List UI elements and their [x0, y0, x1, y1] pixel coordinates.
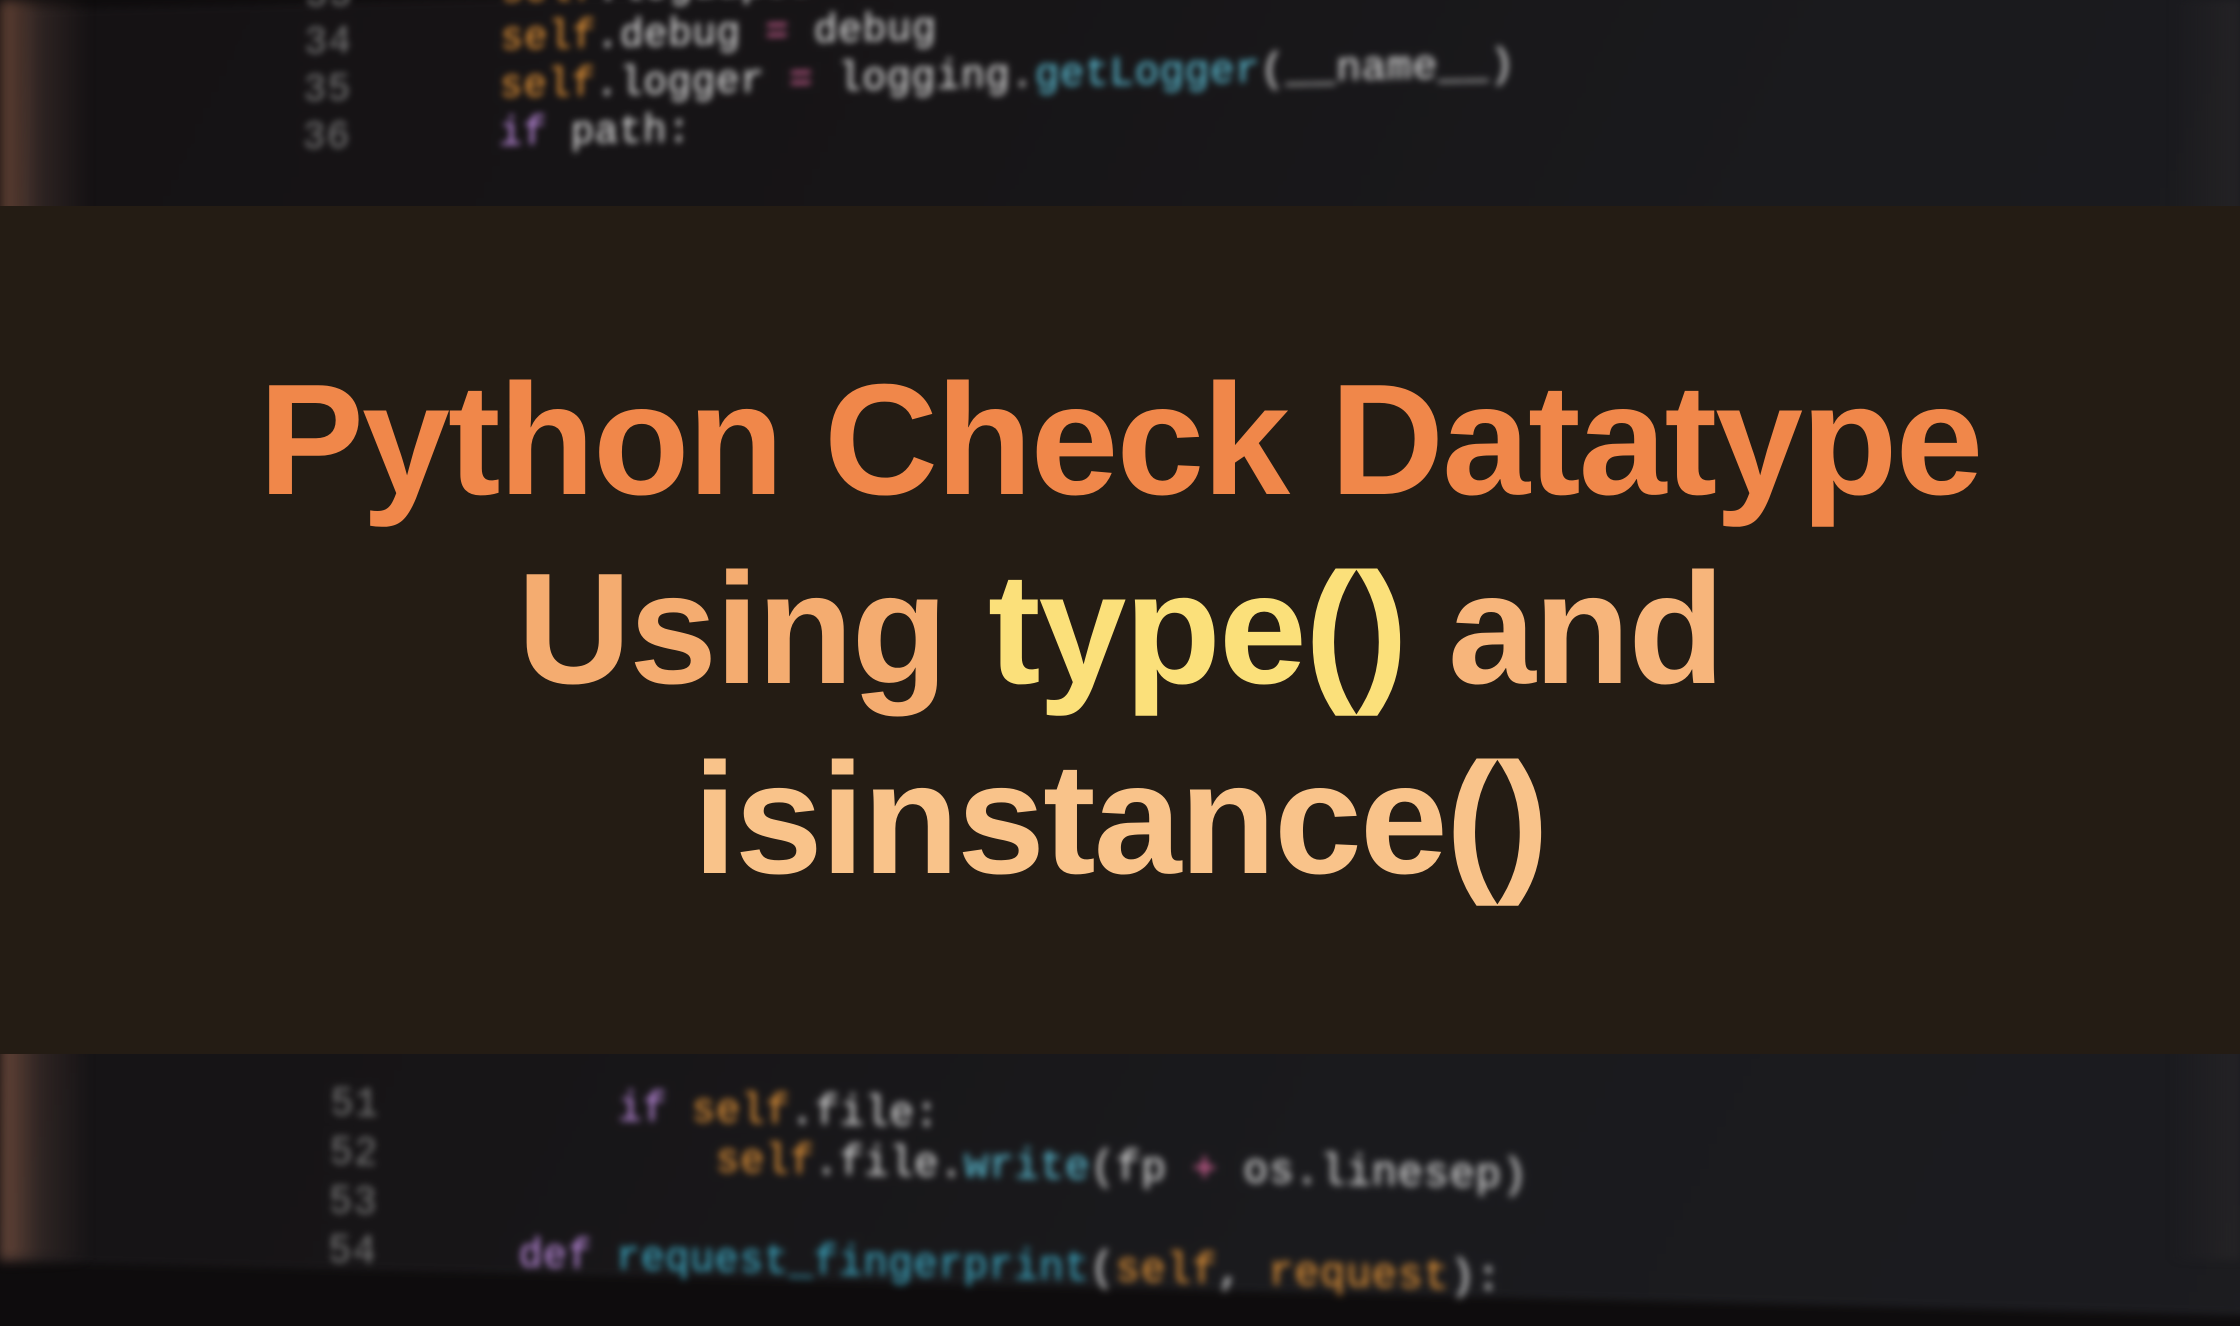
- line-number-gutter-bottom: 51525354: [328, 1081, 380, 1278]
- headline-card: Python Check Datatype Using type() and i…: [0, 206, 2240, 1054]
- line-number-gutter-top: 33343536: [302, 0, 353, 163]
- code-lines-top: self.logdupes = True self.debug = debug …: [403, 0, 1515, 162]
- code-lines-bottom: if self.file: self.file.write(fp + os.li…: [446, 1083, 1528, 1306]
- headline-line2c: and: [1406, 541, 1723, 717]
- headline-text: Python Check Datatype Using type() and i…: [0, 346, 2240, 915]
- headline-line3: isinstance(): [693, 731, 1547, 907]
- headline-line1: Python Check Datatype: [259, 352, 1982, 528]
- headline-line2a: Using: [517, 541, 988, 717]
- headline-line2b: type(): [988, 541, 1406, 717]
